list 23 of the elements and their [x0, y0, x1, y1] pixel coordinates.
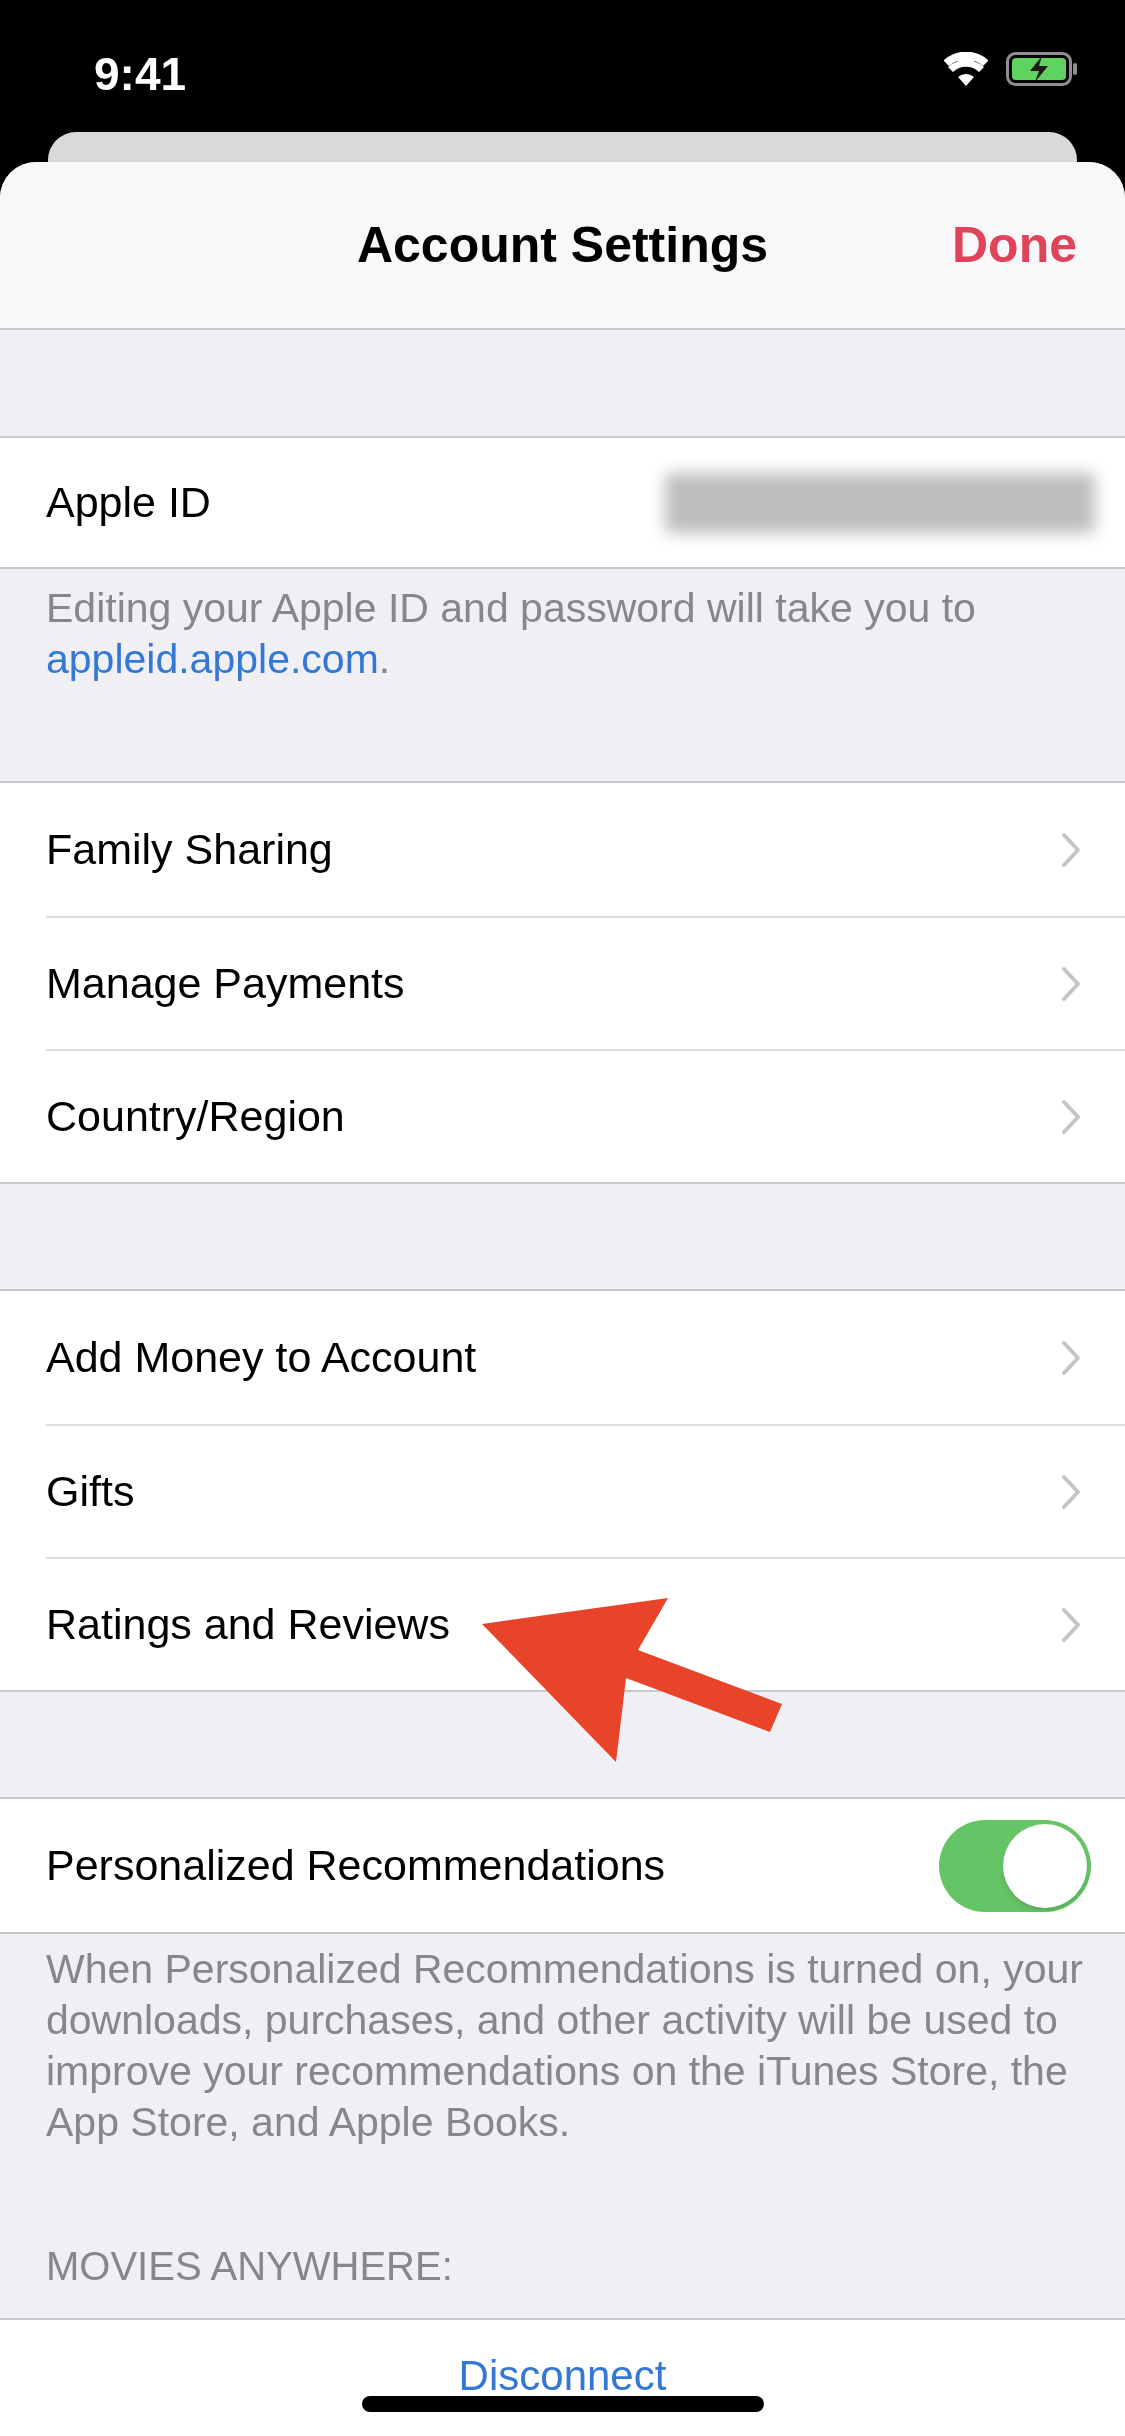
status-time: 9:41	[94, 47, 187, 102]
row-label: Apple ID	[46, 477, 212, 529]
appleid-link[interactable]: appleid.apple.com	[46, 636, 379, 682]
chevron-right-icon	[1061, 1606, 1081, 1643]
done-button[interactable]: Done	[952, 207, 1077, 283]
battery-charging-icon	[1006, 52, 1078, 86]
chevron-right-icon	[1061, 831, 1081, 868]
disconnect-button[interactable]: Disconnect	[458, 2358, 667, 2394]
footer-text: When Personalized Recommendations is turned on, your downloads, purchases, and other activity will be used to improve your recommendations on the iTunes Store, the App Store, and Apple Books.	[45, 1945, 1084, 2147]
footer-text: Editing your Apple ID and password will take you to appleid.apple.com.	[45, 584, 977, 684]
nav-title: Account Settings	[356, 215, 769, 275]
wifi-icon	[944, 52, 988, 86]
chevron-right-icon	[1061, 965, 1081, 1002]
chevron-right-icon	[1061, 1339, 1081, 1376]
section-header: MOVIES ANYWHERE:	[45, 2243, 454, 2290]
row-label[interactable]: Manage Payments	[46, 951, 1061, 1016]
row-label[interactable]: Gifts	[46, 1459, 1061, 1524]
chevron-right-icon	[1061, 1473, 1081, 1510]
chevron-right-icon	[1061, 1098, 1081, 1135]
row-label[interactable]: Family Sharing	[46, 817, 1061, 882]
row-label[interactable]: Add Money to Account	[46, 1325, 1061, 1390]
row-label[interactable]: Ratings and Reviews	[46, 1592, 1061, 1657]
row-label[interactable]: Country/Region	[46, 1084, 1061, 1149]
